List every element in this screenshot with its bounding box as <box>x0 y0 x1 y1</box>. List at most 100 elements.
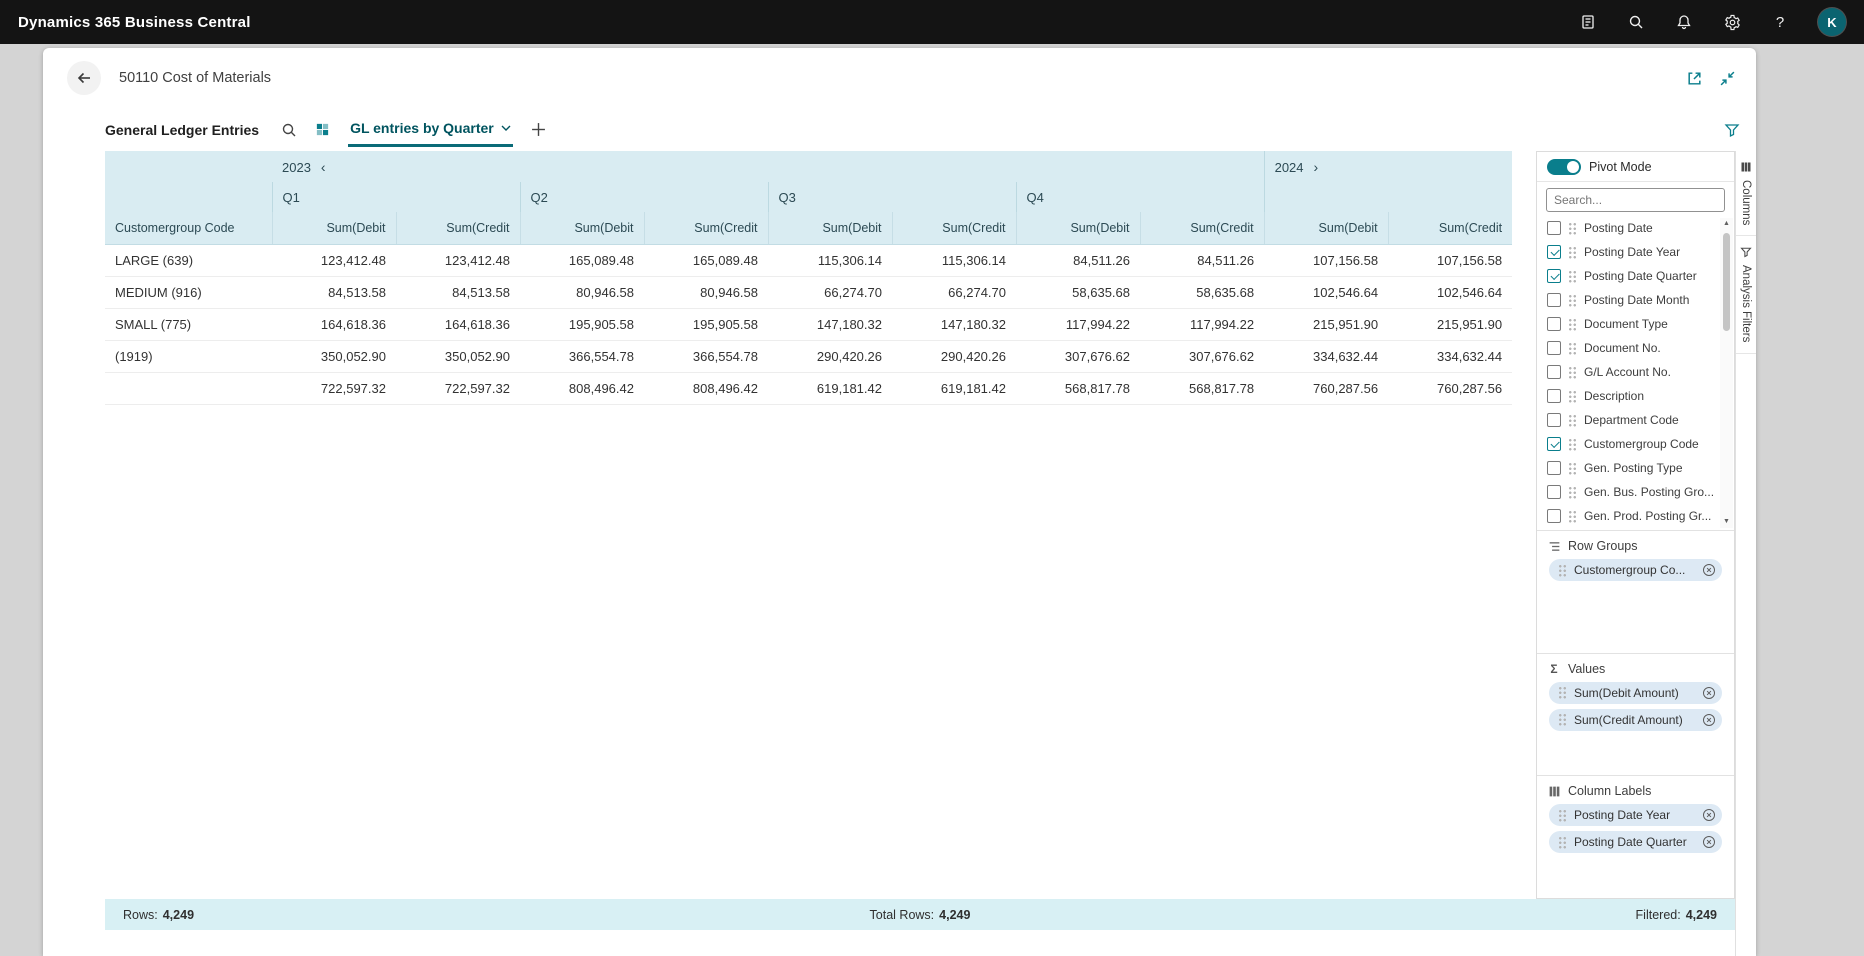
checkbox[interactable] <box>1547 293 1561 307</box>
column-header-customergroup-code[interactable]: Customergroup Code <box>105 212 272 244</box>
document-icon[interactable] <box>1578 12 1598 32</box>
field-item-document-no[interactable]: Document No. <box>1537 336 1718 360</box>
page-header: 50110 Cost of Materials <box>43 48 1756 108</box>
tab-gl-entries-by-quarter[interactable]: GL entries by Quarter <box>348 113 513 147</box>
column-header-sum-debit[interactable]: Sum(Debit <box>272 212 396 244</box>
checkbox[interactable] <box>1547 317 1561 331</box>
remove-icon[interactable] <box>1702 686 1716 700</box>
back-button[interactable] <box>67 61 101 95</box>
chip-sum-debit-amount[interactable]: Sum(Debit Amount) <box>1549 682 1722 704</box>
remove-icon[interactable] <box>1702 713 1716 727</box>
field-item-gen-bus-posting-gro[interactable]: Gen. Bus. Posting Gro... <box>1537 480 1718 504</box>
collapse-icon[interactable] <box>1719 70 1736 87</box>
open-in-new-window-icon[interactable] <box>1686 70 1703 87</box>
panel-section-row-groups: Row GroupsCustomergroup Co... <box>1537 530 1734 653</box>
scroll-thumb[interactable] <box>1723 233 1730 331</box>
checkbox[interactable] <box>1547 437 1561 451</box>
scroll-down-icon[interactable]: ▼ <box>1723 516 1730 528</box>
quarter-group-q3[interactable]: Q3 <box>768 182 1016 212</box>
side-tab-label: Columns <box>1740 180 1752 225</box>
checkbox[interactable] <box>1547 341 1561 355</box>
bell-icon[interactable] <box>1674 12 1694 32</box>
cell: 102,546.64 <box>1388 276 1512 308</box>
field-item-document-type[interactable]: Document Type <box>1537 312 1718 336</box>
side-tab-columns[interactable]: Columns <box>1736 151 1756 236</box>
field-item-gen-posting-type[interactable]: Gen. Posting Type <box>1537 456 1718 480</box>
cell: 366,554.78 <box>520 340 644 372</box>
topbar-actions: ? K <box>1578 8 1846 36</box>
panel-section-column-labels: Column LabelsPosting Date YearPosting Da… <box>1537 775 1734 898</box>
column-header-sum-debit[interactable]: Sum(Debit <box>520 212 644 244</box>
field-item-gen-prod-posting-gr[interactable]: Gen. Prod. Posting Gr... <box>1537 504 1718 528</box>
scroll-up-icon[interactable]: ▲ <box>1723 218 1730 230</box>
analysis-grid-icon[interactable] <box>315 122 330 137</box>
field-list-scrollbar[interactable]: ▲ ▼ <box>1720 218 1733 528</box>
quarter-group-q2[interactable]: Q2 <box>520 182 768 212</box>
avatar[interactable]: K <box>1818 8 1846 36</box>
column-header-sum-credit[interactable]: Sum(Credit <box>644 212 768 244</box>
panel-section-values: ΣValuesSum(Debit Amount)Sum(Credit Amoun… <box>1537 653 1734 776</box>
checkbox[interactable] <box>1547 365 1561 379</box>
checkbox[interactable] <box>1547 413 1561 427</box>
column-header-sum-credit[interactable]: Sum(Credit <box>1140 212 1264 244</box>
year-group-label[interactable]: 2023 <box>282 160 311 175</box>
search-icon[interactable] <box>1626 12 1646 32</box>
chip-posting-date-year[interactable]: Posting Date Year <box>1549 804 1722 826</box>
total-rows-count: Total Rows:4,249 <box>654 908 1185 922</box>
year-group-label[interactable]: 2024 <box>1275 160 1304 175</box>
pivot-mode-toggle[interactable] <box>1547 159 1581 175</box>
add-tab-button[interactable] <box>531 122 546 137</box>
column-header-sum-debit[interactable]: Sum(Debit <box>768 212 892 244</box>
cell: 307,676.62 <box>1016 340 1140 372</box>
column-search-input[interactable] <box>1546 188 1725 212</box>
grid-body: LARGE (639)123,412.48123,412.48165,089.4… <box>105 244 1512 404</box>
checkbox[interactable] <box>1547 245 1561 259</box>
search-icon[interactable] <box>281 122 297 138</box>
help-icon[interactable]: ? <box>1770 12 1790 32</box>
chip-label: Sum(Debit Amount) <box>1574 686 1695 700</box>
checkbox[interactable] <box>1547 509 1561 523</box>
column-header-sum-credit[interactable]: Sum(Credit <box>892 212 1016 244</box>
cell: 123,412.48 <box>272 244 396 276</box>
remove-icon[interactable] <box>1702 563 1716 577</box>
field-item-department-code[interactable]: Department Code <box>1537 408 1718 432</box>
field-item-posting-date-month[interactable]: Posting Date Month <box>1537 288 1718 312</box>
checkbox[interactable] <box>1547 485 1561 499</box>
column-header-sum-credit[interactable]: Sum(Credit <box>396 212 520 244</box>
quarter-group-q4[interactable]: Q4 <box>1016 182 1264 212</box>
cell: 568,817.78 <box>1016 372 1140 404</box>
field-item-posting-date-quarter[interactable]: Posting Date Quarter <box>1537 264 1718 288</box>
checkbox[interactable] <box>1547 221 1561 235</box>
field-item-description[interactable]: Description <box>1537 384 1718 408</box>
prev-page-icon[interactable]: ‹ <box>321 159 326 175</box>
quarter-group-q1[interactable]: Q1 <box>272 182 520 212</box>
field-item-posting-date-year[interactable]: Posting Date Year <box>1537 240 1718 264</box>
remove-icon[interactable] <box>1702 835 1716 849</box>
grid-corner <box>105 151 272 182</box>
chip-sum-credit-amount[interactable]: Sum(Credit Amount) <box>1549 709 1722 731</box>
chip-posting-date-quarter[interactable]: Posting Date Quarter <box>1549 831 1722 853</box>
chip-label: Sum(Credit Amount) <box>1574 713 1695 727</box>
next-page-icon[interactable]: › <box>1314 159 1319 175</box>
chip-label: Customergroup Co... <box>1574 563 1695 577</box>
filter-icon[interactable] <box>1724 122 1740 138</box>
checkbox[interactable] <box>1547 389 1561 403</box>
pivot-mode-row: Pivot Mode <box>1537 152 1734 182</box>
cell: 568,817.78 <box>1140 372 1264 404</box>
column-header-sum-credit[interactable]: Sum(Credit <box>1388 212 1512 244</box>
gear-icon[interactable] <box>1722 12 1742 32</box>
field-item-g-l-account-no[interactable]: G/L Account No. <box>1537 360 1718 384</box>
drag-handle-icon <box>1568 318 1577 331</box>
field-item-customergroup-code[interactable]: Customergroup Code <box>1537 432 1718 456</box>
side-tab-analysis-filters[interactable]: Analysis Filters <box>1736 236 1756 353</box>
column-header-sum-debit[interactable]: Sum(Debit <box>1016 212 1140 244</box>
field-item-posting-date[interactable]: Posting Date <box>1537 216 1718 240</box>
checkbox[interactable] <box>1547 461 1561 475</box>
chip-customergroup-co[interactable]: Customergroup Co... <box>1549 559 1722 581</box>
checkbox[interactable] <box>1547 269 1561 283</box>
year-group-2023: 2023 ‹ <box>272 151 1264 182</box>
column-header-sum-debit[interactable]: Sum(Debit <box>1264 212 1388 244</box>
list-caption: General Ledger Entries <box>105 122 259 138</box>
cell: 366,554.78 <box>644 340 768 372</box>
remove-icon[interactable] <box>1702 808 1716 822</box>
